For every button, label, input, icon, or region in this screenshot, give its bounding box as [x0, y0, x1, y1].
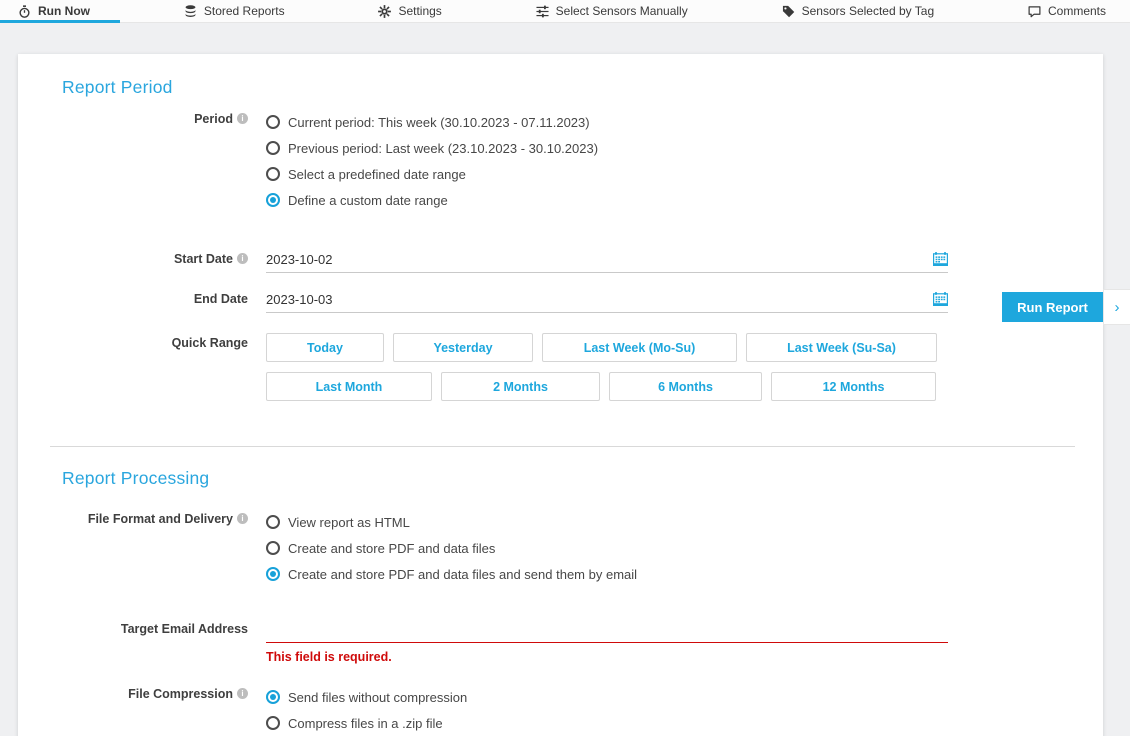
tab-sensors-selected-by-tag[interactable]: Sensors Selected by Tag: [768, 0, 949, 22]
database-icon: [184, 5, 197, 18]
file-compression-options: Send files without compression Compress …: [266, 684, 467, 736]
tab-label: Comments: [1048, 4, 1106, 18]
quick-range-yesterday-button[interactable]: Yesterday: [393, 333, 533, 362]
info-icon[interactable]: [237, 688, 248, 699]
compression-option-zip[interactable]: Compress files in a .zip file: [266, 710, 467, 736]
start-date-field: [266, 249, 948, 273]
target-email-label: Target Email Address: [62, 619, 248, 664]
option-label: Send files without compression: [288, 690, 467, 705]
run-report-button[interactable]: Run Report: [1002, 292, 1103, 322]
radio-selected[interactable]: [266, 567, 280, 581]
radio-selected[interactable]: [266, 690, 280, 704]
chevron-right-icon: ›: [1115, 300, 1120, 315]
option-label: Compress files in a .zip file: [288, 716, 443, 731]
tab-comments[interactable]: Comments: [1014, 0, 1120, 22]
panel-expand-handle[interactable]: ›: [1103, 289, 1130, 325]
radio-unselected[interactable]: [266, 515, 280, 529]
file-compression-row: File Compression Send files without comp…: [18, 684, 1103, 736]
option-label: Select a predefined date range: [288, 167, 466, 182]
section-divider: [50, 446, 1075, 447]
quick-range-label: Quick Range: [62, 333, 248, 411]
tab-label: Run Now: [38, 4, 90, 18]
period-options: Current period: This week (30.10.2023 - …: [266, 109, 598, 213]
radio-unselected[interactable]: [266, 141, 280, 155]
sliders-icon: [536, 5, 549, 18]
file-format-options: View report as HTML Create and store PDF…: [266, 509, 637, 587]
file-compression-label: File Compression: [62, 684, 248, 736]
quick-range-6-months-button[interactable]: 6 Months: [609, 372, 762, 401]
quick-range-12-months-button[interactable]: 12 Months: [771, 372, 936, 401]
period-option-previous[interactable]: Previous period: Last week (23.10.2023 -…: [266, 135, 598, 161]
tab-label: Sensors Selected by Tag: [802, 4, 935, 18]
stopwatch-icon: [18, 5, 31, 18]
file-format-option-html[interactable]: View report as HTML: [266, 509, 637, 535]
start-date-input[interactable]: [266, 252, 925, 267]
file-format-option-pdf[interactable]: Create and store PDF and data files: [266, 535, 637, 561]
radio-selected[interactable]: [266, 193, 280, 207]
report-processing-heading: Report Processing: [18, 467, 1103, 489]
radio-unselected[interactable]: [266, 716, 280, 730]
calendar-icon[interactable]: [933, 252, 948, 267]
report-settings-card: Report Period Period Current period: Thi…: [18, 54, 1103, 736]
end-date-field: [266, 289, 948, 313]
radio-unselected[interactable]: [266, 115, 280, 129]
file-format-row: File Format and Delivery View report as …: [18, 509, 1103, 587]
period-row: Period Current period: This week (30.10.…: [18, 109, 1103, 213]
tab-run-now[interactable]: Run Now: [0, 0, 104, 22]
start-date-row: Start Date: [18, 249, 1103, 273]
quick-range-row: Quick Range Today Yesterday Last Week (M…: [18, 333, 1103, 411]
quick-range-last-week-mo-su-button[interactable]: Last Week (Mo-Su): [542, 333, 737, 362]
quick-range-today-button[interactable]: Today: [266, 333, 384, 362]
option-label: Current period: This week (30.10.2023 - …: [288, 115, 590, 130]
tag-icon: [782, 5, 795, 18]
radio-unselected[interactable]: [266, 167, 280, 181]
end-date-label: End Date: [62, 289, 248, 313]
compression-option-none[interactable]: Send files without compression: [266, 684, 467, 710]
tab-label: Settings: [398, 4, 441, 18]
start-date-label: Start Date: [62, 249, 248, 273]
target-email-field: [266, 619, 948, 643]
option-label: Previous period: Last week (23.10.2023 -…: [288, 141, 598, 156]
comment-icon: [1028, 5, 1041, 18]
tab-settings[interactable]: Settings: [364, 0, 455, 22]
option-label: Create and store PDF and data files and …: [288, 567, 637, 582]
tab-select-sensors-manually[interactable]: Select Sensors Manually: [522, 0, 702, 22]
active-tab-underline: [0, 20, 120, 23]
period-option-custom[interactable]: Define a custom date range: [266, 187, 598, 213]
tab-stored-reports[interactable]: Stored Reports: [170, 0, 299, 22]
end-date-input[interactable]: [266, 292, 925, 307]
target-email-row: Target Email Address This field is requi…: [18, 619, 1103, 664]
file-format-option-pdf-email[interactable]: Create and store PDF and data files and …: [266, 561, 637, 587]
end-date-row: End Date: [18, 289, 1103, 313]
quick-range-2-months-button[interactable]: 2 Months: [441, 372, 600, 401]
quick-range-last-month-button[interactable]: Last Month: [266, 372, 432, 401]
calendar-icon[interactable]: [933, 292, 948, 307]
tab-label: Select Sensors Manually: [556, 4, 688, 18]
period-option-predefined[interactable]: Select a predefined date range: [266, 161, 598, 187]
option-label: Create and store PDF and data files: [288, 541, 495, 556]
tab-bar: Run Now Stored Reports Settings: [0, 0, 1130, 23]
info-icon[interactable]: [237, 513, 248, 524]
report-period-heading: Report Period: [18, 76, 1103, 98]
option-label: Define a custom date range: [288, 193, 448, 208]
info-icon[interactable]: [237, 113, 248, 124]
quick-range-last-week-su-sa-button[interactable]: Last Week (Su-Sa): [746, 333, 937, 362]
period-label: Period: [62, 109, 248, 213]
required-field-error: This field is required.: [266, 650, 948, 664]
target-email-input[interactable]: [266, 622, 948, 637]
tab-label: Stored Reports: [204, 4, 285, 18]
info-icon[interactable]: [237, 253, 248, 264]
option-label: View report as HTML: [288, 515, 410, 530]
period-option-current[interactable]: Current period: This week (30.10.2023 - …: [266, 109, 598, 135]
file-format-label: File Format and Delivery: [62, 509, 248, 587]
radio-unselected[interactable]: [266, 541, 280, 555]
gear-icon: [378, 5, 391, 18]
